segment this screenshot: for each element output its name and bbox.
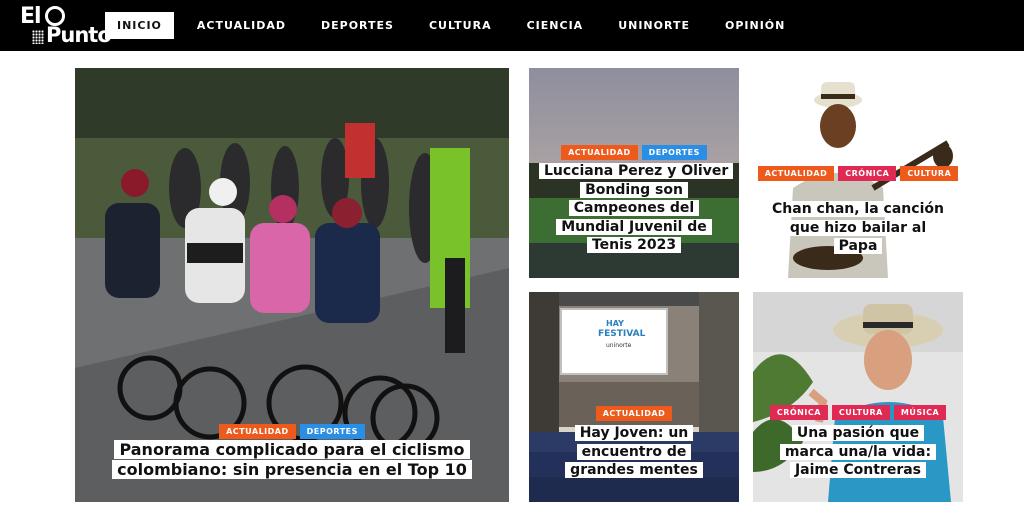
top-navbar: El Punto INICIO ACTUALIDAD DEPORTES CULT… — [0, 0, 1024, 51]
headline-text[interactable]: Panorama complicado para el ciclismo col… — [112, 440, 472, 479]
headline-text[interactable]: Una pasión que marca una/la vida: Jaime … — [779, 425, 937, 478]
article-headline[interactable]: Panorama complicado para el ciclismo col… — [95, 440, 489, 480]
headline-text[interactable]: Chan chan, la canción que hizo bailar al… — [767, 201, 949, 254]
nav-item-inicio[interactable]: INICIO — [105, 12, 174, 39]
article-headline[interactable]: Lucciana Perez y Oliver Bonding son Camp… — [539, 162, 734, 255]
tag-actualidad[interactable]: ACTUALIDAD — [757, 166, 835, 181]
tag-musica[interactable]: MÚSICA — [893, 405, 947, 420]
tag-actualidad[interactable]: ACTUALIDAD — [561, 145, 638, 160]
tag-actualidad[interactable]: ACTUALIDAD — [595, 406, 673, 421]
headline-text[interactable]: Lucciana Perez y Oliver Bonding son Camp… — [539, 163, 734, 253]
site-logo[interactable]: El Punto — [18, 4, 112, 47]
article-card-hay-joven[interactable]: HAY FESTIVAL uninorte ACTUALIDAD Hay Jov… — [529, 292, 739, 502]
logo-text-punto: Punto — [46, 23, 112, 47]
tag-cultura[interactable]: CULTURA — [900, 166, 959, 181]
tag-row: ACTUALIDAD DEPORTES — [75, 424, 509, 441]
nav-item-actualidad[interactable]: ACTUALIDAD — [185, 12, 298, 39]
main-menu: INICIO ACTUALIDAD DEPORTES CULTURA CIENC… — [105, 12, 808, 39]
article-headline[interactable]: Una pasión que marca una/la vida: Jaime … — [773, 424, 943, 480]
article-card-tennis[interactable]: ACTUALIDAD DEPORTES Lucciana Perez y Oli… — [529, 68, 739, 278]
logo-text-el: El — [20, 4, 42, 29]
projection-screen: HAY FESTIVAL uninorte — [560, 308, 668, 375]
tag-cultura[interactable]: CULTURA — [831, 405, 890, 420]
tag-row: ACTUALIDAD DEPORTES — [529, 145, 739, 162]
article-headline[interactable]: Hay Joven: un encuentro de grandes mente… — [549, 424, 719, 480]
tag-deportes[interactable]: DEPORTES — [299, 424, 365, 439]
headline-text[interactable]: Hay Joven: un encuentro de grandes mente… — [565, 425, 703, 478]
tag-row: ACTUALIDAD — [529, 406, 739, 423]
tag-cronica[interactable]: CRÓNICA — [838, 166, 897, 181]
nav-item-deportes[interactable]: DEPORTES — [309, 12, 406, 39]
nav-item-cultura[interactable]: CULTURA — [417, 12, 504, 39]
article-card-jaime-contreras[interactable]: CRÓNICA CULTURA MÚSICA Una pasión que ma… — [753, 292, 963, 502]
nav-item-uninorte[interactable]: UNINORTE — [606, 12, 702, 39]
screen-text-uninorte: uninorte — [606, 342, 632, 349]
tag-deportes[interactable]: DEPORTES — [641, 145, 707, 160]
article-card-cycling[interactable]: ACTUALIDAD DEPORTES Panorama complicado … — [75, 68, 509, 502]
article-card-chanchan[interactable]: ACTUALIDAD CRÓNICA CULTURA Chan chan, la… — [753, 68, 963, 278]
nav-item-opinion[interactable]: OPINIÓN — [713, 12, 797, 39]
tag-actualidad[interactable]: ACTUALIDAD — [219, 424, 296, 439]
screen-text-festival: FESTIVAL — [598, 329, 646, 339]
tag-row: ACTUALIDAD CRÓNICA CULTURA — [753, 166, 963, 183]
logo-dots — [32, 30, 44, 44]
screen-text-hay: HAY — [606, 319, 624, 328]
tag-cronica[interactable]: CRÓNICA — [769, 405, 828, 420]
article-headline[interactable]: Chan chan, la canción que hizo bailar al… — [765, 200, 951, 256]
tag-row: CRÓNICA CULTURA MÚSICA — [753, 405, 963, 422]
nav-item-ciencia[interactable]: CIENCIA — [515, 12, 596, 39]
